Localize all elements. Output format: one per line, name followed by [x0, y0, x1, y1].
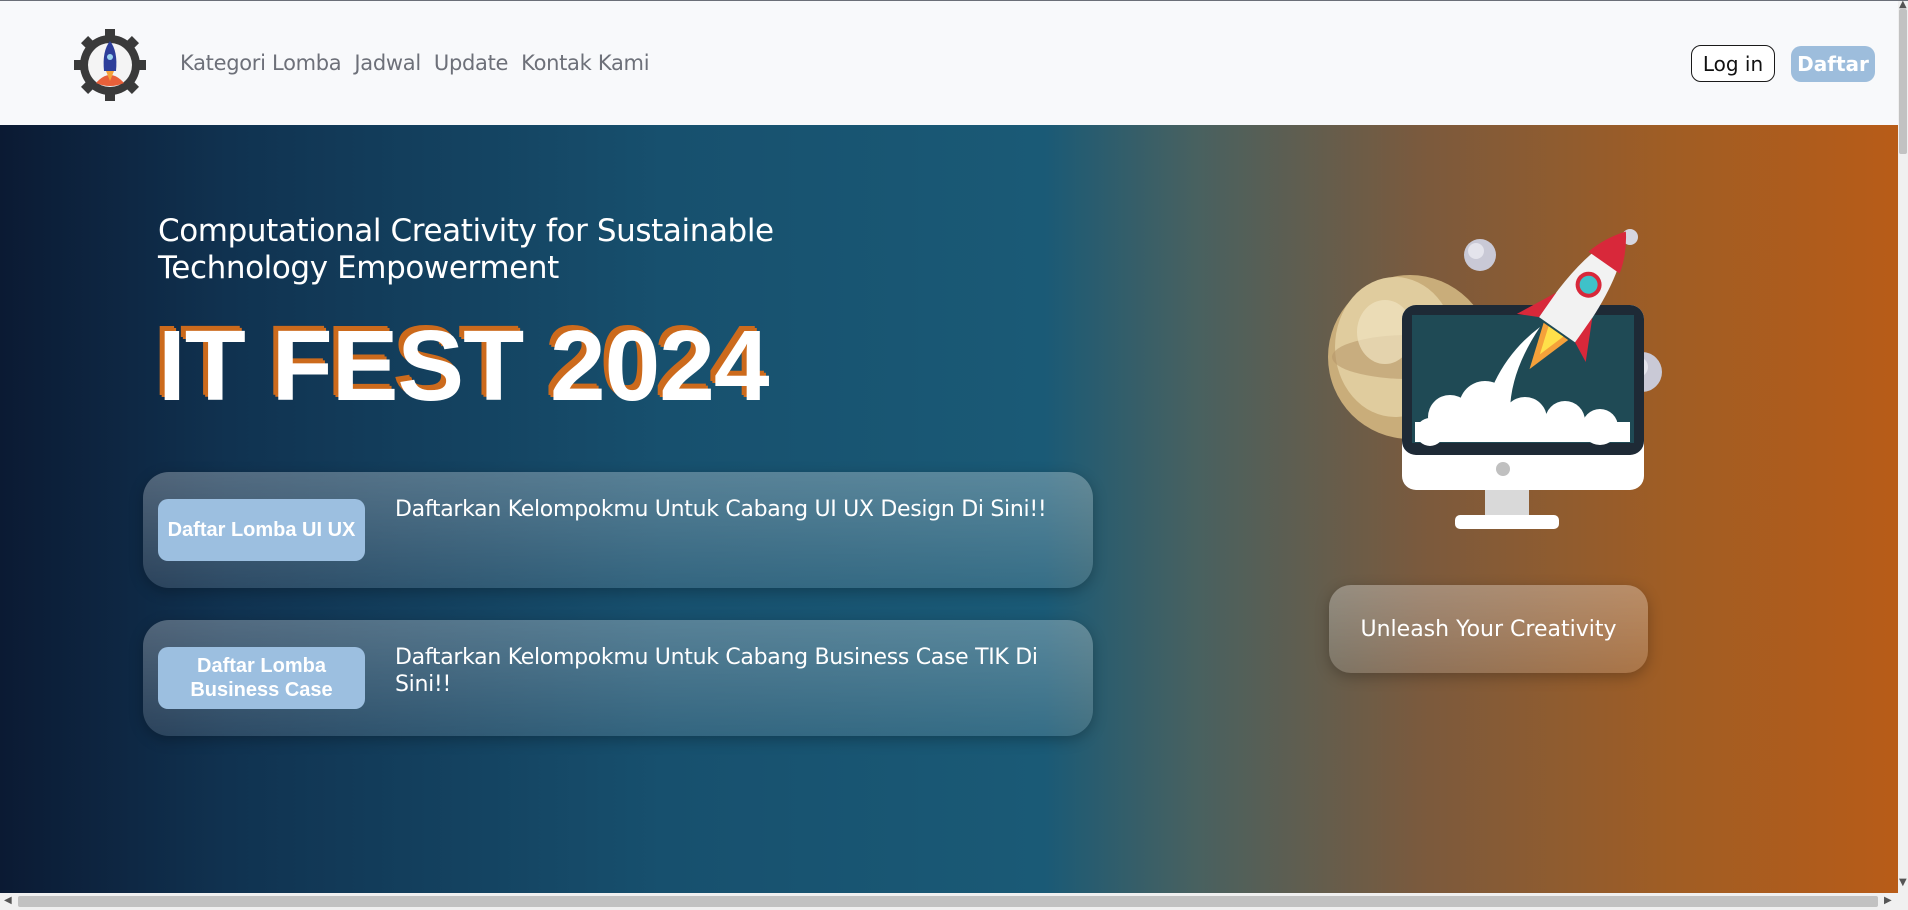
register-uiux-button[interactable]: Daftar Lomba UI UX: [158, 499, 365, 561]
register-card-business-case: Daftar Lomba Business Case Daftarkan Kel…: [143, 620, 1093, 736]
rocket-launch-computer-illustration: [1328, 229, 1662, 529]
rocket-gear-logo-icon[interactable]: [72, 27, 148, 103]
register-button[interactable]: Daftar: [1791, 46, 1875, 82]
register-business-case-button[interactable]: Daftar Lomba Business Case: [158, 647, 365, 709]
nav-kontak-kami[interactable]: Kontak Kami: [521, 51, 649, 75]
hero-title: IT FEST 2024: [158, 310, 769, 422]
register-business-case-description: Daftarkan Kelompokmu Untuk Cabang Busine…: [395, 645, 1038, 697]
horizontal-scrollbar[interactable]: ◀ ▶: [0, 893, 1908, 910]
register-uiux-description: Daftarkan Kelompokmu Untuk Cabang UI UX …: [395, 497, 1047, 522]
unleash-creativity-button[interactable]: Unleash Your Creativity: [1329, 585, 1648, 673]
main-nav: Kategori Lomba Jadwal Update Kontak Kami: [180, 51, 650, 75]
hero-section: Computational Creativity for Sustainable…: [0, 125, 1898, 893]
vertical-scroll-thumb[interactable]: [1899, 9, 1907, 154]
nav-kategori-lomba[interactable]: Kategori Lomba: [180, 51, 342, 75]
nav-jadwal[interactable]: Jadwal: [354, 51, 421, 75]
scroll-left-icon[interactable]: ◀: [4, 895, 12, 906]
scroll-right-icon[interactable]: ▶: [1884, 895, 1892, 906]
vertical-scrollbar[interactable]: ▲ ▼: [1898, 0, 1908, 893]
hero-tagline: Computational Creativity for Sustainable…: [158, 213, 774, 286]
nav-update[interactable]: Update: [434, 51, 509, 75]
site-header: Kategori Lomba Jadwal Update Kontak Kami…: [0, 1, 1898, 126]
scroll-down-icon[interactable]: ▼: [1899, 877, 1907, 888]
login-button[interactable]: Log in: [1691, 45, 1775, 82]
horizontal-scroll-thumb[interactable]: [18, 896, 1878, 907]
register-card-uiux: Daftar Lomba UI UX Daftarkan Kelompokmu …: [143, 472, 1093, 588]
